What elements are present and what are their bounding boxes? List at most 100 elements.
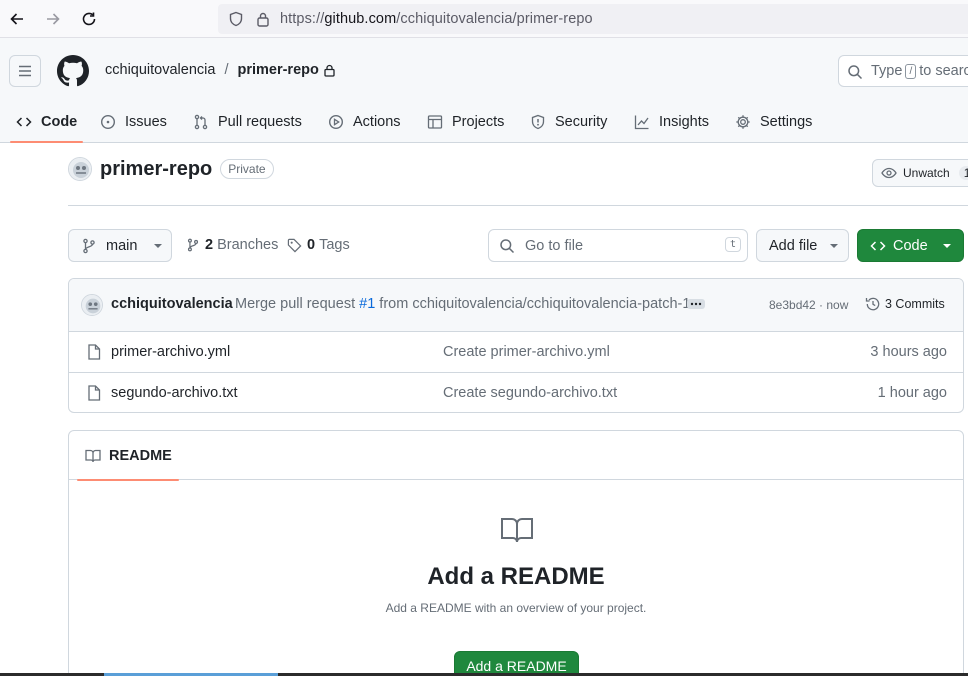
pr-link[interactable]: #1 xyxy=(359,296,375,312)
unwatch-label: Unwatch xyxy=(903,166,950,180)
code-label: Code xyxy=(893,237,928,254)
gear-icon xyxy=(736,114,750,129)
tags-link[interactable]: 0 Tags xyxy=(287,237,350,253)
commits-count: 3 Commits xyxy=(885,297,945,311)
readme-panel: README Add a README Add a README with an… xyxy=(68,430,964,676)
back-button[interactable] xyxy=(5,7,29,31)
table-row[interactable]: segundo-archivo.txt Create segundo-archi… xyxy=(69,373,963,412)
arrow-left-icon xyxy=(10,13,23,25)
breadcrumb: cchiquitovalencia / primer-repo xyxy=(105,62,335,78)
repo-link[interactable]: primer-repo xyxy=(237,62,318,78)
divider xyxy=(68,205,968,206)
add-file-label: Add file xyxy=(769,237,818,254)
table-row[interactable]: primer-archivo.yml Create primer-archivo… xyxy=(69,332,963,373)
search-placeholder: Type/to search xyxy=(871,63,968,79)
arrow-right-icon xyxy=(47,13,60,25)
readme-tab-label: README xyxy=(109,447,172,464)
pull-request-icon xyxy=(194,114,208,129)
url-path: /cchiquitovalencia/primer-repo xyxy=(396,11,593,27)
expand-commit-button[interactable] xyxy=(687,299,705,309)
branches-count: 2 xyxy=(205,237,214,253)
owner-link[interactable]: cchiquitovalencia xyxy=(105,62,215,78)
tab-actions[interactable]: Actions xyxy=(328,100,401,143)
history-icon xyxy=(865,297,880,311)
readme-empty-subtitle: Add a README with an overview of your pr… xyxy=(385,601,647,615)
tab-settings[interactable]: Settings xyxy=(735,100,812,143)
search-prefix-text: Type xyxy=(871,63,903,79)
tab-readme[interactable]: README xyxy=(77,431,179,481)
commit-message-start: Merge pull request xyxy=(235,296,356,312)
url-host: github.com xyxy=(324,11,397,27)
go-to-file-placeholder: Go to file xyxy=(525,238,584,254)
hamburger-icon xyxy=(19,65,31,77)
caret-down-icon xyxy=(154,243,163,248)
shield-icon xyxy=(531,114,545,129)
search-icon xyxy=(847,64,863,80)
global-search-input[interactable]: Type/to search xyxy=(838,55,968,87)
file-browser: cchiquitovalencia Merge pull request #1 … xyxy=(68,278,964,413)
lock-icon[interactable] xyxy=(256,11,270,27)
play-icon xyxy=(328,114,344,129)
branch-selector[interactable]: main xyxy=(68,229,172,262)
github-logo-icon[interactable] xyxy=(57,55,89,87)
commit-message[interactable]: Merge pull request #1 from cchiquitovale… xyxy=(235,296,690,312)
avatar[interactable] xyxy=(81,294,103,316)
book-icon xyxy=(85,449,101,462)
tab-projects[interactable]: Projects xyxy=(427,100,504,143)
search-shortcut-key: / xyxy=(905,64,917,79)
repo-tabs: Code Issues Pull requests Actions Projec… xyxy=(0,100,968,143)
lock-icon xyxy=(324,64,335,77)
commits-link[interactable]: 3 Commits xyxy=(865,296,945,312)
reload-icon xyxy=(82,12,96,26)
file-commit-message[interactable]: Create primer-archivo.yml xyxy=(443,344,610,360)
url-prefix: https:// xyxy=(280,11,325,27)
tags-count: 0 xyxy=(307,237,316,253)
branch-icon xyxy=(83,238,95,253)
readme-empty-title: Add a README xyxy=(427,563,605,590)
repo-title: primer-repo Private xyxy=(68,157,274,181)
graph-icon xyxy=(634,115,649,129)
tab-label: Actions xyxy=(353,113,401,130)
avatar[interactable] xyxy=(68,157,92,181)
file-updated-time: 3 hours ago xyxy=(870,344,947,360)
tags-label: Tags xyxy=(319,237,350,253)
file-icon xyxy=(88,344,101,360)
reload-button[interactable] xyxy=(77,7,101,31)
code-button[interactable]: Code xyxy=(857,229,964,262)
commit-author[interactable]: cchiquitovalencia xyxy=(111,296,233,312)
search-icon xyxy=(499,238,515,254)
file-commit-message[interactable]: Create segundo-archivo.txt xyxy=(443,385,617,401)
address-bar[interactable]: https://github.com/cchiquitovalencia/pri… xyxy=(218,4,968,34)
unwatch-button[interactable]: Unwatch 1 xyxy=(872,159,968,187)
branches-link[interactable]: 2 Branches xyxy=(186,237,278,253)
table-icon xyxy=(427,114,443,129)
ellipsis-icon xyxy=(690,302,702,306)
repo-name[interactable]: primer-repo xyxy=(100,158,212,181)
breadcrumb-separator: / xyxy=(224,62,229,78)
add-file-button[interactable]: Add file xyxy=(756,229,849,262)
file-name[interactable]: segundo-archivo.txt xyxy=(111,385,238,401)
code-icon xyxy=(16,116,32,127)
tab-security[interactable]: Security xyxy=(530,100,607,143)
global-menu-button[interactable] xyxy=(9,55,41,87)
file-name[interactable]: primer-archivo.yml xyxy=(111,344,230,360)
tab-pull-requests[interactable]: Pull requests xyxy=(193,100,302,143)
tab-label: Code xyxy=(41,113,78,130)
tab-label: Issues xyxy=(125,113,167,130)
tracking-shield-icon[interactable] xyxy=(228,11,244,27)
branches-label: Branches xyxy=(217,237,279,253)
commit-hash[interactable]: 8e3bd42 · now xyxy=(769,298,848,312)
file-icon xyxy=(88,385,101,401)
tab-code[interactable]: Code xyxy=(9,100,84,143)
eye-icon xyxy=(881,167,897,179)
forward-button[interactable] xyxy=(41,7,65,31)
code-icon xyxy=(870,240,886,251)
tab-label: Pull requests xyxy=(218,113,302,130)
tab-issues[interactable]: Issues xyxy=(100,100,167,143)
tab-insights[interactable]: Insights xyxy=(634,100,709,143)
latest-commit: cchiquitovalencia Merge pull request #1 … xyxy=(69,279,963,332)
tab-label: Settings xyxy=(760,113,813,130)
url-text[interactable]: https://github.com/cchiquitovalencia/pri… xyxy=(280,11,593,27)
issue-icon xyxy=(100,114,116,129)
go-to-file-input[interactable]: Go to file t xyxy=(488,229,748,262)
